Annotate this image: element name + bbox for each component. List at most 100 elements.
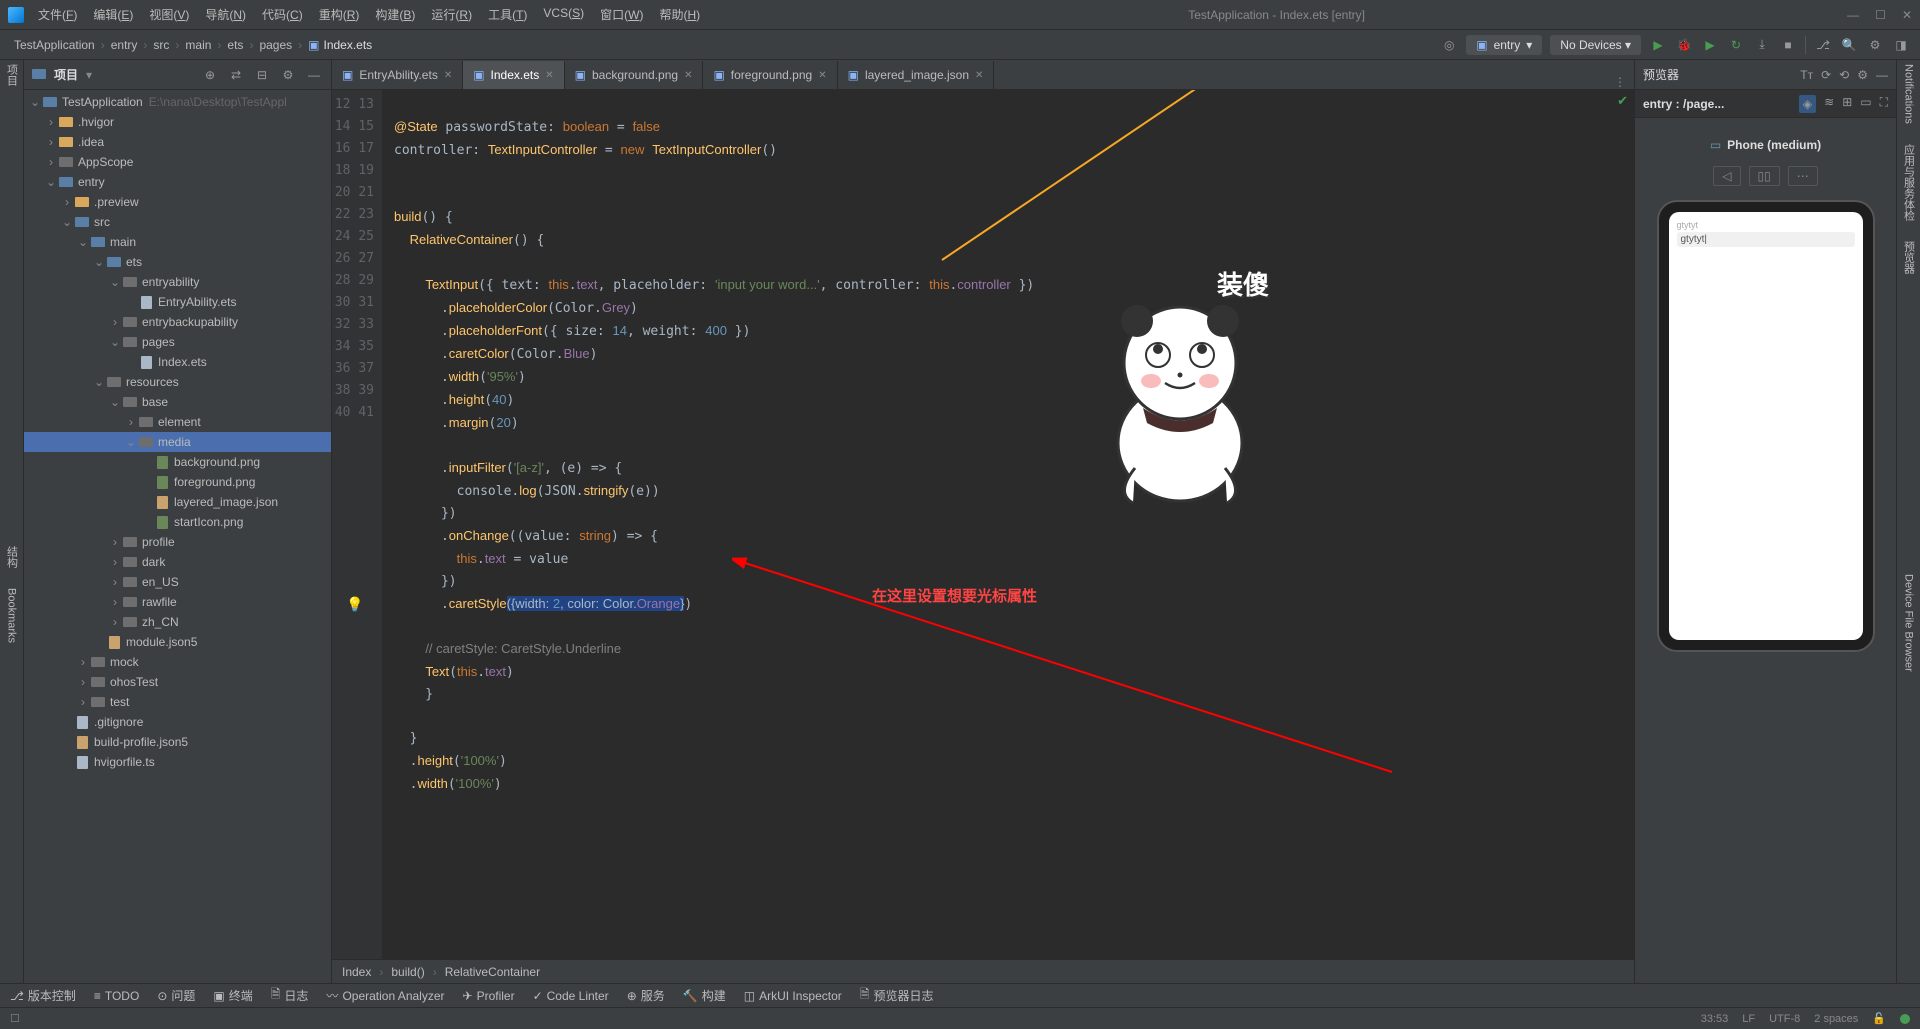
debug-icon[interactable]: 🐞 <box>1675 36 1693 54</box>
tree-node[interactable]: ⌄entryability <box>24 272 331 292</box>
tree-node[interactable]: ›AppScope <box>24 152 331 172</box>
crumb-segment[interactable]: src <box>149 38 173 52</box>
tree-node[interactable]: ⌄src <box>24 212 331 232</box>
bottom-tool[interactable]: 🗎预览器日志 <box>860 985 934 1006</box>
hide-icon[interactable]: — <box>1876 68 1888 82</box>
tree-node[interactable]: ›.idea <box>24 132 331 152</box>
stop-icon[interactable]: ■ <box>1779 36 1797 54</box>
tree-node[interactable]: ⌄main <box>24 232 331 252</box>
editor-tab[interactable]: ▣layered_image.json✕ <box>838 61 995 89</box>
file-encoding[interactable]: UTF-8 <box>1769 1013 1800 1025</box>
tree-node[interactable]: ⌄ets <box>24 252 331 272</box>
tree-node[interactable]: ›entrybackupability <box>24 312 331 332</box>
tree-node[interactable]: startIcon.png <box>24 512 331 532</box>
tree-node[interactable]: module.json5 <box>24 632 331 652</box>
switch-icon[interactable]: ▯▯ <box>1749 166 1780 186</box>
right-tab-notifications[interactable]: Notifications <box>1903 64 1915 124</box>
maximize-icon[interactable]: ☐ <box>1875 8 1886 22</box>
focus-icon[interactable]: ⛶ <box>1880 95 1888 113</box>
layers-icon[interactable]: ≋ <box>1824 95 1834 113</box>
tree-node[interactable]: ›ohosTest <box>24 672 331 692</box>
rerun-icon[interactable]: ↻ <box>1727 36 1745 54</box>
search-icon[interactable]: 🔍 <box>1840 36 1858 54</box>
editor-crumb[interactable]: RelativeContainer <box>445 965 540 979</box>
menu-item[interactable]: 导航(N) <box>199 4 252 25</box>
tree-node[interactable]: build-profile.json5 <box>24 732 331 752</box>
phone-icon[interactable]: ▭ <box>1860 95 1871 113</box>
tabs-more-icon[interactable]: ⋮ <box>1606 75 1634 89</box>
device-selector[interactable]: No Devices ▾ <box>1550 35 1641 55</box>
tree-node[interactable]: ›element <box>24 412 331 432</box>
left-tab-project[interactable]: 项目 <box>4 64 20 86</box>
tt-icon[interactable]: Tт <box>1800 68 1813 82</box>
run-config-selector[interactable]: ▣entry▾ <box>1466 35 1542 55</box>
tree-node[interactable]: ›test <box>24 692 331 712</box>
bottom-tool[interactable]: ▣终端 <box>213 987 252 1004</box>
indent-setting[interactable]: 2 spaces <box>1814 1013 1858 1025</box>
tree-node[interactable]: hvigorfile.ts <box>24 752 331 772</box>
bottom-tool[interactable]: ✈Profiler <box>463 989 515 1003</box>
back-icon[interactable]: ◁ <box>1713 166 1740 186</box>
tree-node[interactable]: ›rawfile <box>24 592 331 612</box>
tree-node[interactable]: .gitignore <box>24 712 331 732</box>
crumb-segment[interactable]: main <box>181 38 215 52</box>
collapse-icon[interactable]: ⊟ <box>253 66 271 84</box>
menu-item[interactable]: 重构(R) <box>313 4 366 25</box>
tree-node[interactable]: ›.preview <box>24 192 331 212</box>
crumb-segment[interactable]: pages <box>255 38 296 52</box>
menu-item[interactable]: VCS(S) <box>537 4 590 25</box>
bottom-tool[interactable]: ⊕服务 <box>627 987 665 1004</box>
left-tab-bookmarks[interactable]: Bookmarks <box>6 588 18 643</box>
tree-node[interactable]: background.png <box>24 452 331 472</box>
rotate-icon[interactable]: ⟲ <box>1839 68 1849 82</box>
tab-close-icon[interactable]: ✕ <box>444 70 452 81</box>
code-editor[interactable]: ✔@State passwordState: boolean = false c… <box>382 90 1634 959</box>
menu-item[interactable]: 代码(C) <box>256 4 309 25</box>
tree-node[interactable]: ⌄entry <box>24 172 331 192</box>
menu-item[interactable]: 构建(B) <box>369 4 421 25</box>
menu-item[interactable]: 运行(R) <box>425 4 478 25</box>
menu-item[interactable]: 帮助(H) <box>653 4 706 25</box>
bottom-tool[interactable]: 〰Operation Analyzer <box>326 987 444 1004</box>
menu-item[interactable]: 文件(F) <box>32 4 83 25</box>
locate-icon[interactable]: ⊕ <box>201 66 219 84</box>
hide-icon[interactable]: — <box>305 66 323 84</box>
gear-icon[interactable]: ⚙ <box>1857 68 1868 82</box>
menu-item[interactable]: 编辑(E) <box>87 4 139 25</box>
stack-icon[interactable]: ◈ <box>1799 95 1816 113</box>
editor-tab[interactable]: ▣Index.ets✕ <box>463 61 564 89</box>
tree-node[interactable]: EntryAbility.ets <box>24 292 331 312</box>
left-tab-structure[interactable]: 结构 <box>4 546 20 568</box>
tree-node[interactable]: ›.hvigor <box>24 112 331 132</box>
menu-item[interactable]: 视图(V) <box>143 4 195 25</box>
bottom-tool[interactable]: ✓Code Linter <box>533 989 609 1003</box>
minimize-icon[interactable]: — <box>1847 8 1859 22</box>
line-ending[interactable]: LF <box>1742 1013 1755 1025</box>
tree-node[interactable]: layered_image.json <box>24 492 331 512</box>
project-tree[interactable]: ⌄TestApplicationE:\nana\Desktop\TestAppl… <box>24 90 331 983</box>
expand-icon[interactable]: ⇄ <box>227 66 245 84</box>
tab-close-icon[interactable]: ✕ <box>975 70 983 81</box>
tab-close-icon[interactable]: ✕ <box>684 70 692 81</box>
settings-icon[interactable]: ⚙ <box>1866 36 1884 54</box>
editor-crumb[interactable]: Index <box>342 965 371 979</box>
bottom-tool[interactable]: 🗎日志 <box>271 985 309 1006</box>
tree-node[interactable]: ›mock <box>24 652 331 672</box>
bottom-tool[interactable]: 🔨构建 <box>683 987 726 1004</box>
tree-node[interactable]: ⌄resources <box>24 372 331 392</box>
gear-icon[interactable]: ⚙ <box>279 66 297 84</box>
right-tab-preview[interactable]: 预览器 <box>1901 241 1917 274</box>
bottom-tool[interactable]: ⊙问题 <box>157 987 195 1004</box>
tree-node[interactable]: ⌄base <box>24 392 331 412</box>
crumb-segment[interactable]: ets <box>223 38 247 52</box>
run-icon[interactable]: ▶ <box>1649 36 1667 54</box>
editor-tab[interactable]: ▣EntryAbility.ets✕ <box>332 61 463 89</box>
tree-node[interactable]: ⌄pages <box>24 332 331 352</box>
tab-close-icon[interactable]: ✕ <box>545 70 553 81</box>
bottom-tool[interactable]: ⎇版本控制 <box>10 987 76 1004</box>
coverage-icon[interactable]: ▶ <box>1701 36 1719 54</box>
editor-tab[interactable]: ▣background.png✕ <box>565 61 704 89</box>
crumb-file[interactable]: ▣Index.ets <box>304 38 376 52</box>
tree-node[interactable]: foreground.png <box>24 472 331 492</box>
tree-node[interactable]: ›profile <box>24 532 331 552</box>
